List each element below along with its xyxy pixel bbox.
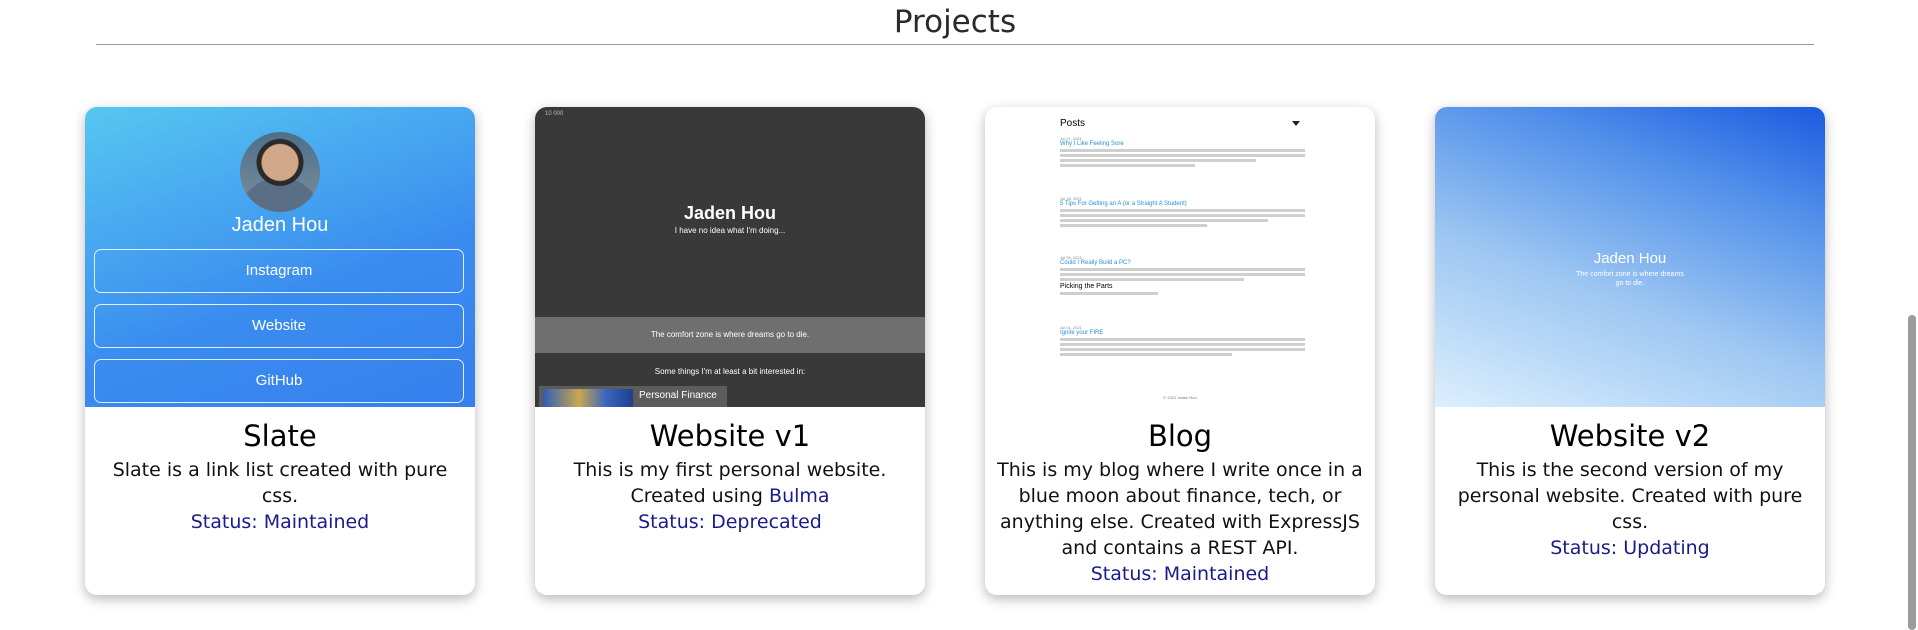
section-title: Projects bbox=[893, 4, 1017, 40]
preview-footer: © 2021 Jaden Hou bbox=[1163, 395, 1197, 400]
project-preview-slate[interactable]: Jaden Hou Instagram Website GitHub bbox=[85, 107, 475, 407]
preview-post: Jul 05, 2021 Could I Really Build a PC? … bbox=[1060, 255, 1305, 295]
project-preview-website-v1[interactable]: 10 000 Jaden Hou I have no idea what I'm… bbox=[535, 107, 925, 407]
preview-tile-image bbox=[543, 389, 633, 407]
project-preview-blog[interactable]: Posts Jul 21, 2021 Why I Like Feeling So… bbox=[985, 107, 1375, 407]
project-description: This is my blog where I write once in a … bbox=[997, 459, 1363, 559]
project-status: Status: Maintained bbox=[1090, 563, 1270, 585]
bulma-link[interactable]: Bulma bbox=[769, 485, 830, 507]
preview-link-instagram: Instagram bbox=[94, 249, 464, 293]
avatar bbox=[240, 132, 320, 212]
preview-post: Jul 01, 2021 Ignite your FIRE bbox=[1060, 325, 1305, 356]
project-description: This is my first personal website. Creat… bbox=[535, 457, 925, 509]
preview-posts-heading: Posts bbox=[1060, 118, 1086, 129]
project-card-slate[interactable]: Jaden Hou Instagram Website GitHub Slate… bbox=[85, 107, 475, 595]
preview-link-github: GitHub bbox=[94, 359, 464, 403]
project-description-text: This is my first personal website. Creat… bbox=[573, 459, 887, 507]
preview-post-title: Ignite your FIRE bbox=[1060, 330, 1104, 336]
preview-top-tag: 10 000 bbox=[545, 111, 564, 117]
project-description: This is the second version of my persona… bbox=[1457, 459, 1803, 533]
preview-post-subheading: Picking the Parts bbox=[1060, 283, 1113, 290]
project-preview-website-v2[interactable]: Jaden Hou The comfort zone is where drea… bbox=[1435, 107, 1825, 407]
project-title: Website v2 bbox=[1549, 419, 1711, 453]
scrollbar-track[interactable] bbox=[1906, 0, 1918, 630]
preview-tagline: I have no idea what I'm doing... bbox=[674, 226, 786, 235]
project-card-website-v1[interactable]: 10 000 Jaden Hou I have no idea what I'm… bbox=[535, 107, 925, 595]
chevron-down-icon bbox=[1292, 121, 1300, 126]
preview-post: Jul 21, 2021 Why I Like Feeling Sore bbox=[1060, 136, 1305, 167]
project-description: Slate is a link list created with pure c… bbox=[112, 459, 448, 507]
preview-post-title: Could I Really Build a PC? bbox=[1060, 260, 1131, 266]
preview-name: Jaden Hou bbox=[231, 214, 329, 236]
section-divider bbox=[96, 44, 1814, 45]
preview-link-website: Website bbox=[94, 304, 464, 348]
project-title: Website v1 bbox=[649, 419, 811, 453]
project-status: Status: Maintained bbox=[190, 511, 370, 533]
project-title: Slate bbox=[243, 419, 317, 453]
preview-quote-band: The comfort zone is where dreams go to d… bbox=[535, 317, 925, 353]
preview-tagline: The comfort zone is where dreams go to d… bbox=[1576, 271, 1684, 287]
scrollbar-thumb[interactable] bbox=[1908, 315, 1916, 630]
preview-interests-heading: Some things I'm at least a bit intereste… bbox=[654, 367, 806, 376]
preview-post: Jul 18, 2021 5 Tips For Getting an A (or… bbox=[1060, 196, 1305, 227]
preview-tile-label: Personal Finance bbox=[639, 390, 717, 401]
project-status: Status: Updating bbox=[1550, 537, 1710, 559]
preview-name: Jaden Hou bbox=[1593, 250, 1667, 267]
preview-post-title: 5 Tips For Getting an A (or a Straight A… bbox=[1060, 201, 1187, 207]
project-title: Blog bbox=[1147, 419, 1213, 453]
project-card-blog[interactable]: Posts Jul 21, 2021 Why I Like Feeling So… bbox=[985, 107, 1375, 595]
project-status: Status: Deprecated bbox=[638, 511, 822, 533]
preview-interest-tile: Personal Finance bbox=[539, 386, 727, 407]
preview-post-title: Why I Like Feeling Sore bbox=[1060, 141, 1124, 147]
project-card-website-v2[interactable]: Jaden Hou The comfort zone is where drea… bbox=[1435, 107, 1825, 595]
preview-name: Jaden Hou bbox=[683, 203, 776, 223]
